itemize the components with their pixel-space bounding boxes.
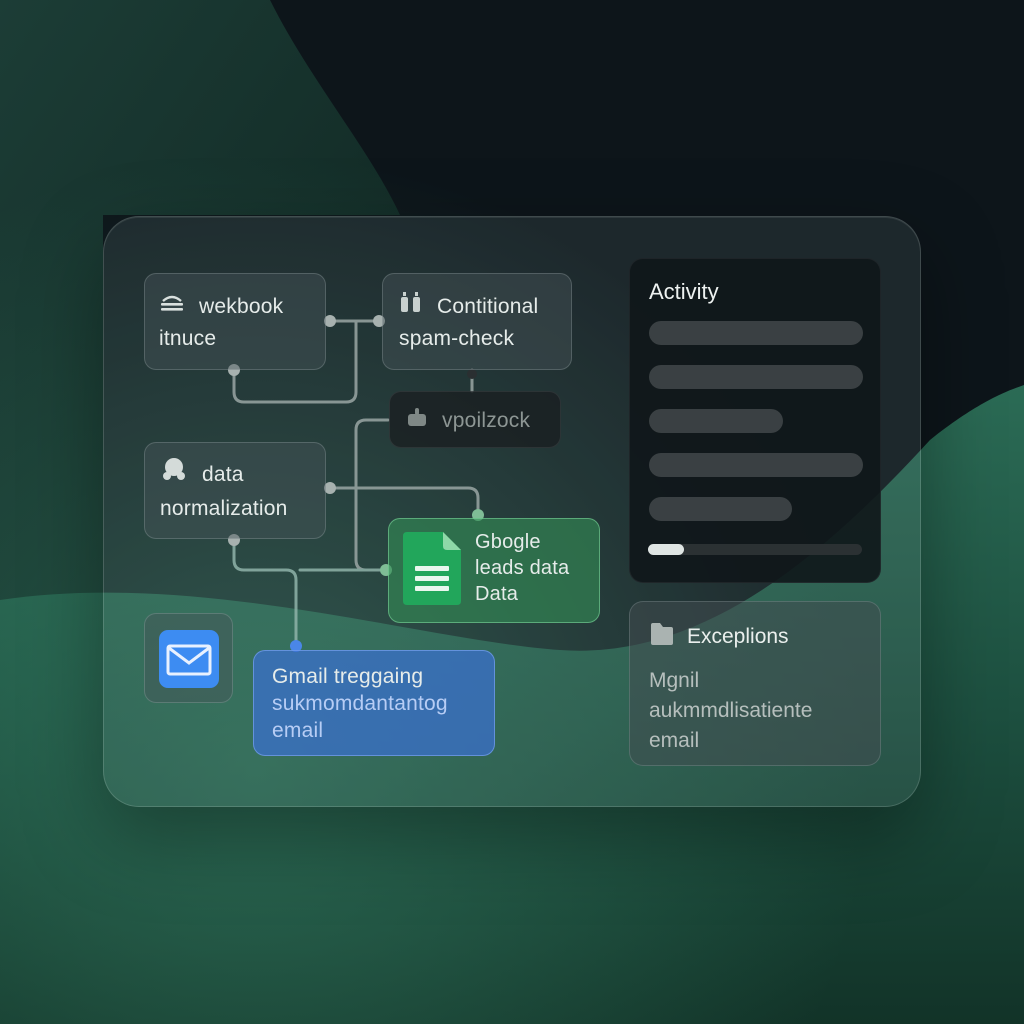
cloud-icon	[160, 457, 188, 493]
mail-node[interactable]	[144, 613, 233, 703]
conditional-title: Contitional	[437, 295, 539, 318]
activity-placeholder-line	[649, 497, 792, 521]
sheets-subtitle: leads data	[475, 557, 570, 579]
data-normalization-node[interactable]: data normalization	[144, 442, 326, 539]
mail-envelope-icon	[159, 630, 219, 698]
activity-placeholder-line	[649, 365, 863, 389]
gmail-title: Gmail treggaing	[272, 665, 424, 688]
activity-placeholder-line	[649, 453, 863, 477]
filter-split-icon	[399, 291, 423, 323]
activity-progress-bar	[648, 544, 862, 555]
vpoilzock-node[interactable]: vpoilzock	[389, 391, 561, 448]
webhook-title: wekbook	[199, 295, 284, 318]
gmail-subtitle-2: email	[272, 719, 324, 742]
activity-title: Activity	[649, 279, 719, 304]
lock-icon	[406, 405, 428, 437]
conditional-spam-check-node[interactable]: Contitional spam-check	[382, 273, 572, 370]
google-sheets-node[interactable]: Gbogle leads data Data	[388, 518, 600, 623]
activity-placeholder-line	[649, 409, 783, 433]
google-sheets-icon	[403, 531, 461, 605]
activity-placeholder-line	[649, 321, 863, 345]
database-stack-icon	[159, 291, 185, 323]
data-normalization-title: data	[202, 463, 244, 486]
folder-icon	[649, 622, 675, 652]
data-normalization-subtitle: normalization	[160, 497, 288, 520]
exceptions-line-3: email	[649, 729, 700, 752]
exceptions-title: Exceplions	[687, 625, 789, 648]
gmail-subtitle: sukmomdantantog	[272, 692, 448, 715]
exceptions-line-2: aukmmdlisatiente	[649, 699, 813, 722]
activity-progress-fill	[648, 544, 685, 555]
exceptions-line-1: Mgnil	[649, 669, 700, 692]
vpoilzock-label: vpoilzock	[442, 409, 531, 432]
exceptions-panel[interactable]: Exceplions Mgnil aukmmdlisatiente email	[629, 601, 881, 766]
webhook-subtitle: itnuce	[159, 327, 217, 350]
sheets-subtitle-2: Data	[475, 583, 519, 605]
activity-panel: Activity	[629, 258, 881, 583]
webhook-node[interactable]: wekbook itnuce	[144, 273, 326, 370]
gmail-trigger-node[interactable]: Gmail treggaing sukmomdantantog email	[253, 650, 495, 756]
conditional-subtitle: spam-check	[399, 327, 515, 350]
sheets-title: Gbogle	[475, 531, 541, 553]
